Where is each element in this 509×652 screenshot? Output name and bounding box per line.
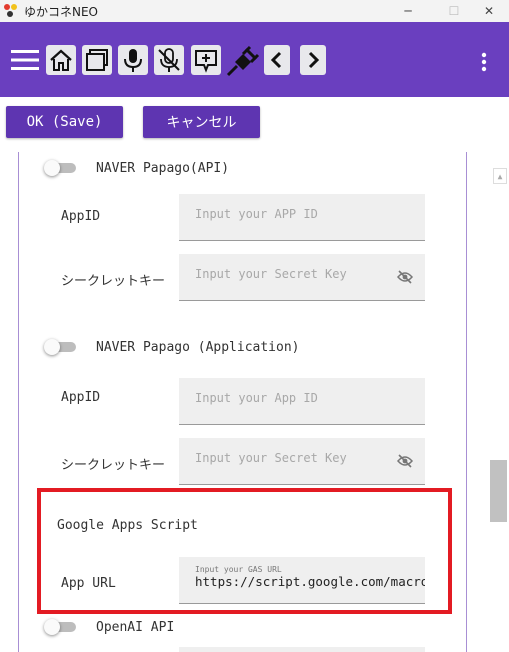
gas-url-field[interactable]: Input your GAS URL https://script.google… (179, 557, 425, 604)
window-title: ゆかコネNEO (24, 4, 99, 19)
papago-api-appid-label: AppID (61, 209, 101, 224)
minimize-button[interactable]: ─ (385, 0, 431, 22)
papago-api-secret-field[interactable] (179, 254, 425, 301)
ok-save-button[interactable]: OK (Save) (6, 106, 123, 138)
gas-url-hint: Input your GAS URL (195, 565, 282, 574)
settings-scroll-area[interactable]: NAVER Papago(API) AppID シークレットキー NAVER P… (0, 152, 489, 652)
menu-icon[interactable] (10, 47, 40, 73)
visibility-off-icon[interactable] (397, 269, 413, 288)
add-comment-icon[interactable] (191, 45, 221, 75)
toolbar (0, 22, 509, 97)
papago-api-appid-input[interactable] (195, 207, 395, 221)
title-bar: ゆかコネNEO ─ ☐ ✕ (0, 0, 509, 22)
window-icon[interactable] (82, 45, 112, 75)
papago-api-appid-field[interactable] (179, 194, 425, 241)
chevron-left-icon[interactable] (264, 45, 290, 75)
papago-api-toggle[interactable] (44, 160, 78, 176)
papago-api-title: NAVER Papago(API) (96, 161, 230, 176)
microphone-off-icon[interactable] (154, 45, 184, 75)
scrollbar-thumb[interactable] (490, 460, 507, 522)
papago-app-appid-label: AppID (61, 390, 101, 405)
papago-app-title: NAVER Papago (Application) (96, 340, 300, 355)
scroll-up-arrow-icon[interactable]: ▲ (493, 168, 507, 184)
gas-title: Google Apps Script (57, 518, 198, 533)
action-bar: OK (Save) キャンセル (0, 97, 509, 152)
papago-api-secret-input[interactable] (195, 267, 395, 281)
visibility-off-icon[interactable] (397, 453, 413, 472)
openai-title: OpenAI API (96, 620, 175, 635)
more-vert-icon[interactable] (476, 50, 492, 74)
openai-field-partial[interactable] (179, 647, 425, 652)
papago-app-appid-input[interactable] (195, 391, 395, 405)
papago-app-appid-field[interactable] (179, 378, 425, 425)
papago-app-toggle[interactable] (44, 339, 78, 355)
cancel-button[interactable]: キャンセル (143, 106, 260, 138)
papago-app-secret-input[interactable] (195, 451, 395, 465)
gas-url-label: App URL (61, 576, 116, 591)
chevron-right-icon[interactable] (300, 45, 326, 75)
plug-icon[interactable] (225, 45, 261, 77)
app-logo-icon (4, 4, 18, 18)
microphone-icon[interactable] (118, 45, 148, 75)
vertical-scrollbar[interactable]: ▲ (489, 160, 509, 652)
close-button[interactable]: ✕ (466, 0, 509, 22)
home-icon[interactable] (46, 45, 76, 75)
papago-api-secret-label: シークレットキー (61, 274, 166, 289)
openai-toggle[interactable] (44, 619, 78, 635)
gas-url-value[interactable]: https://script.google.com/macros/s (195, 574, 425, 589)
papago-app-secret-label: シークレットキー (61, 458, 166, 473)
papago-app-secret-field[interactable] (179, 438, 425, 485)
